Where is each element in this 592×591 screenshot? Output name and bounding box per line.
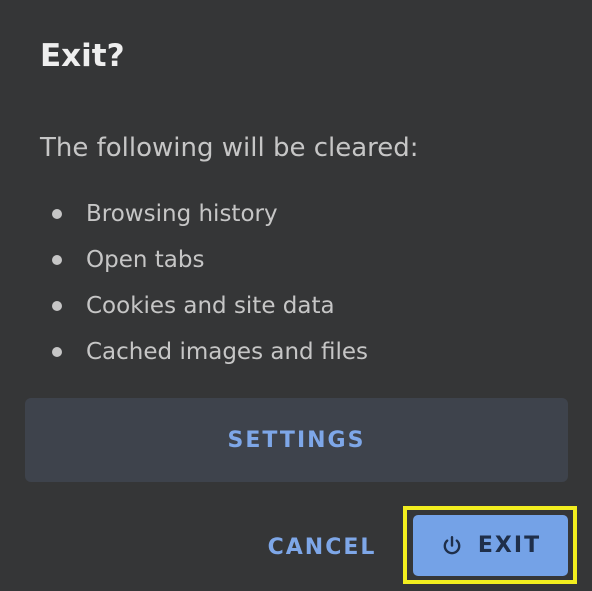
bullet-icon (52, 209, 62, 219)
bullet-icon (52, 255, 62, 265)
list-item: Open tabs (40, 240, 368, 286)
cleared-items-list: Browsing history Open tabs Cookies and s… (40, 194, 368, 378)
list-item: Cached images and files (40, 332, 368, 378)
exit-button[interactable]: EXIT (413, 515, 568, 576)
list-item: Cookies and site data (40, 286, 368, 332)
bullet-icon (52, 347, 62, 357)
list-item-label: Browsing history (86, 201, 278, 227)
bullet-icon (52, 301, 62, 311)
list-item-label: Cookies and site data (86, 293, 335, 319)
power-icon (443, 535, 461, 554)
cancel-button[interactable]: CANCEL (252, 520, 392, 574)
settings-button[interactable]: SETTINGS (25, 398, 568, 482)
dialog-title: Exit? (40, 38, 125, 74)
exit-button-label: EXIT (477, 533, 542, 558)
list-item: Browsing history (40, 194, 368, 240)
list-item-label: Open tabs (86, 247, 205, 273)
exit-dialog: Exit? The following will be cleared: Bro… (0, 0, 592, 591)
dialog-subtitle: The following will be cleared: (40, 133, 419, 163)
list-item-label: Cached images and files (86, 339, 368, 365)
